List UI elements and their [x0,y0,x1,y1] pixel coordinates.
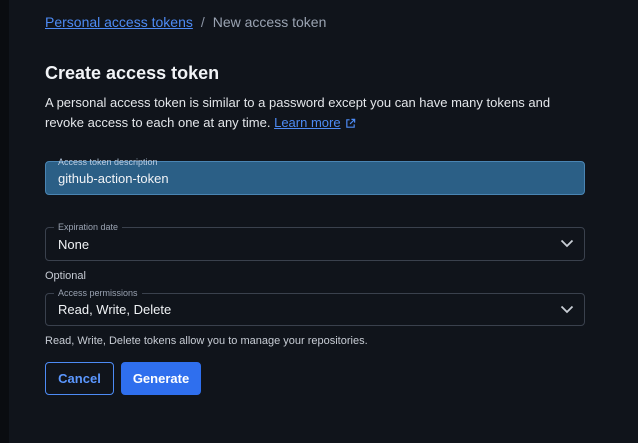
access-permissions-value: Read, Write, Delete [58,302,172,317]
learn-more-link[interactable]: Learn more [274,115,355,130]
page-title: Create access token [45,63,220,83]
breadcrumb-current: New access token [212,14,327,30]
token-description-field[interactable]: Access token description github-action-t… [45,157,585,195]
learn-more-label: Learn more [274,115,341,130]
expiration-hint: Optional [45,270,86,282]
expiration-date-select[interactable]: Expiration date None [45,221,585,261]
cancel-button[interactable]: Cancel [45,362,114,395]
permissions-hint: Read, Write, Delete tokens allow you to … [45,335,368,347]
chevron-down-icon[interactable] [560,301,574,319]
external-link-icon [345,115,356,135]
access-permissions-select[interactable]: Access permissions Read, Write, Delete [45,287,585,326]
page-description: A personal access token is similar to a … [45,93,585,135]
side-strip [0,0,9,443]
token-description-input[interactable]: github-action-token [58,162,169,194]
breadcrumb: Personal access tokens / New access toke… [45,14,326,30]
generate-button[interactable]: Generate [121,362,201,395]
chevron-down-icon[interactable] [560,235,574,253]
expiration-date-value: None [58,236,90,252]
breadcrumb-link-personal-access-tokens[interactable]: Personal access tokens [45,14,193,30]
breadcrumb-separator: / [200,14,205,30]
